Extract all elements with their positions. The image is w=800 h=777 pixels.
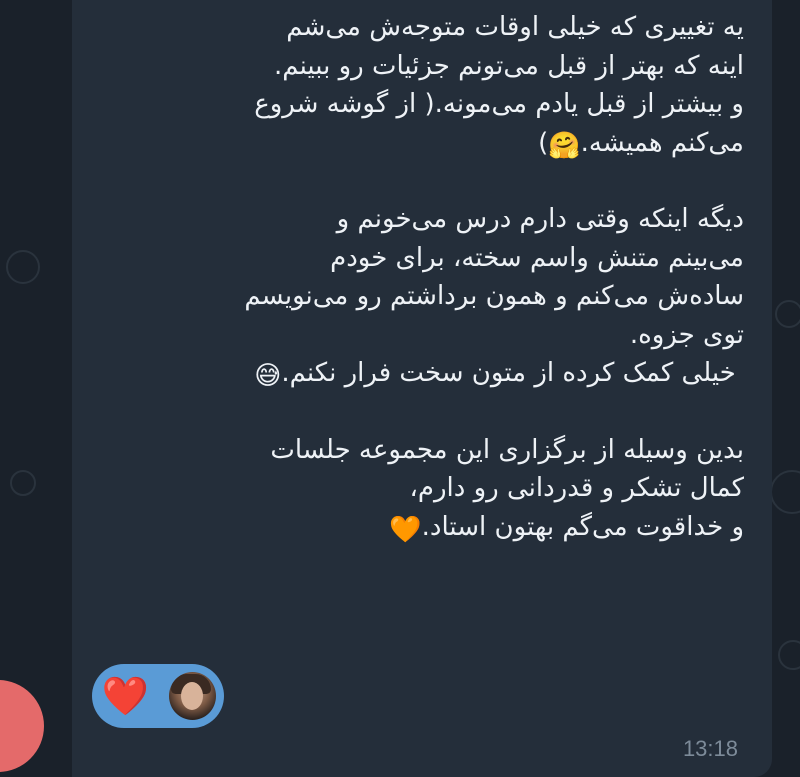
- sender-avatar[interactable]: [0, 680, 44, 772]
- message-line: و بیشتر از قبل یادم می‌مونه.( از گوشه شر…: [254, 89, 744, 119]
- message-line: و خداقوت می‌گم بهتون استاد.🧡: [84, 508, 744, 547]
- background-doodle: [778, 640, 800, 670]
- message-line: یه تغییری که خیلی اوقات متوجه‌ش می‌شم: [286, 12, 744, 42]
- message-line-text: و خداقوت می‌گم بهتون استاد.: [421, 511, 744, 542]
- heart-icon[interactable]: ❤️: [98, 668, 153, 724]
- background-doodle: [6, 250, 40, 284]
- message-line: می‌کنم همیشه.🤗): [84, 124, 744, 163]
- grinning-sweat-emoji: 😅: [254, 361, 282, 391]
- orange-heart-emoji: 🧡: [389, 514, 422, 545]
- message-line: بدین وسیله از برگزاری این مجموعه جلسات: [270, 434, 744, 465]
- background-doodle: [775, 300, 800, 328]
- reactor-avatar: [166, 670, 218, 722]
- chat-background: یه تغییری که خیلی اوقات متوجه‌ش می‌شم ای…: [0, 0, 800, 777]
- message-line: اینه که بهتر از قبل می‌تونم جزئیات رو بب…: [274, 50, 744, 81]
- message-line-text: خیلی کمک کرده از متون سخت فرار نکنم.: [281, 358, 744, 388]
- reaction-pill[interactable]: ❤️: [92, 664, 224, 728]
- message-line: کمال تشکر و قدردانی رو دارم،: [409, 473, 744, 503]
- message-line-text: می‌کنم همیشه.: [580, 127, 744, 158]
- message-text: یه تغییری که خیلی اوقات متوجه‌ش می‌شم ای…: [84, 8, 744, 546]
- message-line: می‌بینم متنش واسم سخته، برای خودم: [330, 242, 744, 273]
- background-doodle: [10, 470, 36, 496]
- message-bubble[interactable]: یه تغییری که خیلی اوقات متوجه‌ش می‌شم ای…: [72, 0, 772, 777]
- message-line: ساده‌ش می‌کنم و همون برداشتم رو می‌نویسم: [244, 281, 744, 311]
- message-line: خیلی کمک کرده از متون سخت فرار نکنم.😅: [84, 354, 744, 393]
- message-line: توی جزوه.: [629, 319, 744, 350]
- background-doodle: [770, 470, 800, 514]
- message-timestamp: 13:18: [682, 736, 738, 761]
- message-line-text: ): [538, 127, 549, 158]
- message-line: دیگه اینکه وقتی دارم درس می‌خونم و: [336, 204, 744, 234]
- hugging-face-emoji: 🤗: [548, 130, 581, 161]
